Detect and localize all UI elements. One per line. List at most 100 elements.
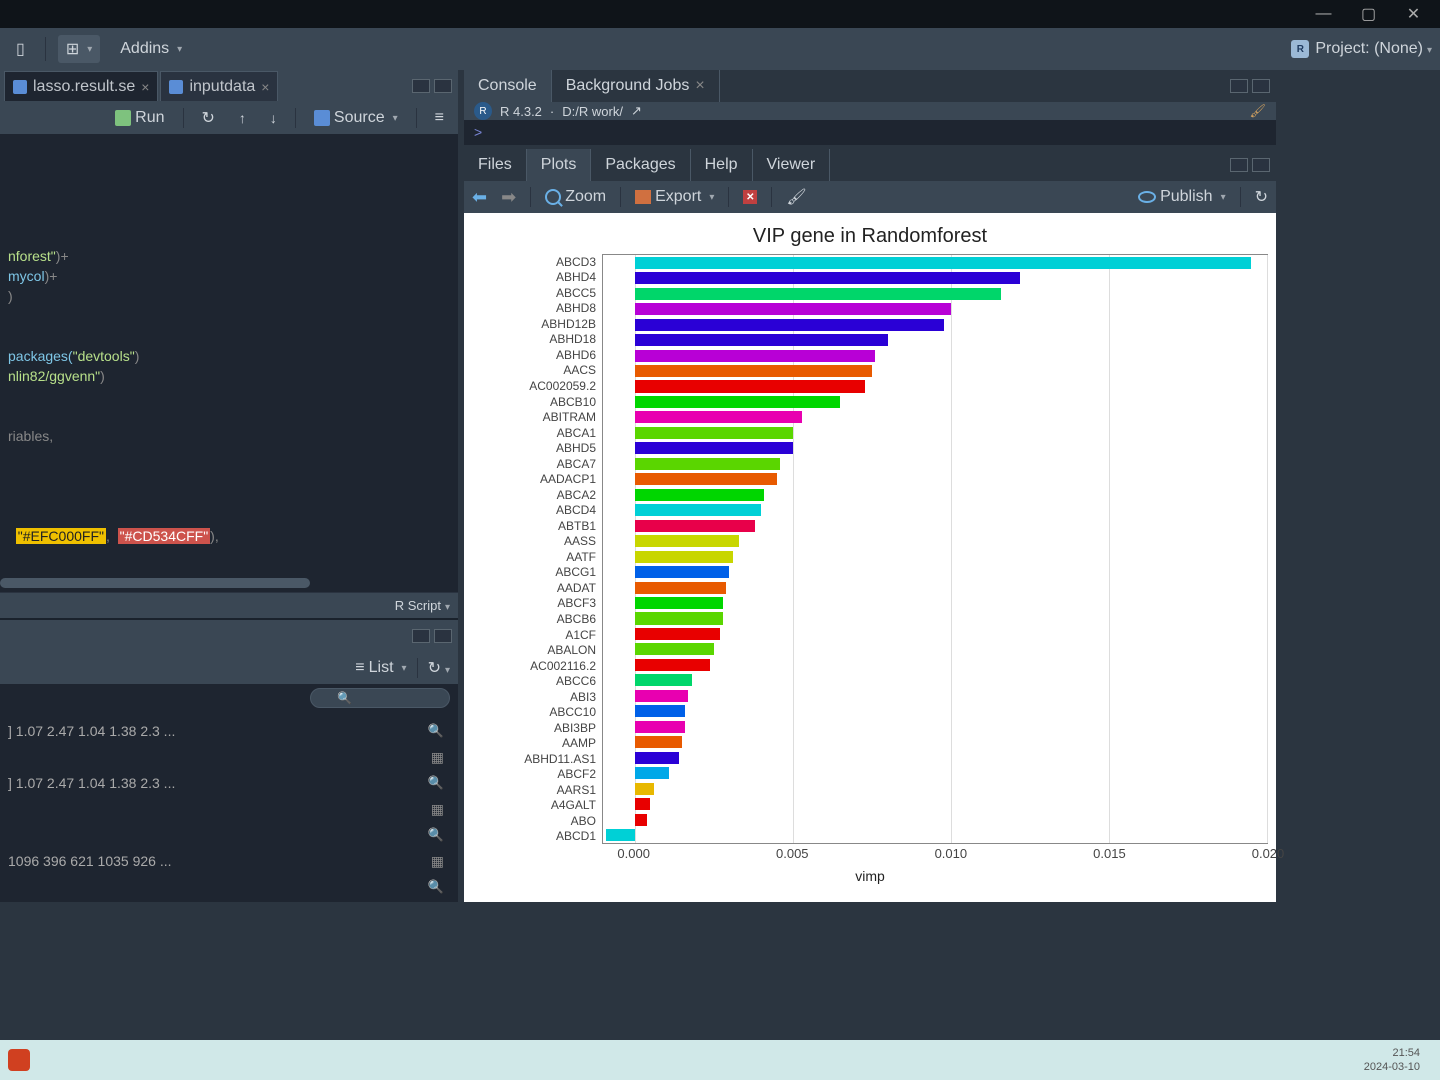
- pane-maximize-icon[interactable]: [434, 79, 452, 93]
- environment-list[interactable]: ] 1.07 2.47 1.04 1.38 2.3 ...🔍 ▦ ] 1.07 …: [0, 712, 458, 902]
- tab-packages[interactable]: Packages: [591, 149, 690, 181]
- tab-console[interactable]: Console: [464, 70, 552, 102]
- tab-inputdata[interactable]: inputdata ×: [160, 71, 278, 101]
- chart-bar: [635, 643, 714, 655]
- pane-minimize-icon[interactable]: [412, 79, 430, 93]
- chart-bar: [635, 535, 739, 547]
- os-taskbar[interactable]: 21:54 2024-03-10: [0, 1040, 1440, 1080]
- code-editor[interactable]: nforest")+ mycol)+ ) packages("devtools"…: [0, 134, 458, 592]
- toolbar-menu-1[interactable]: ▯: [8, 35, 33, 63]
- tab-viewer[interactable]: Viewer: [753, 149, 831, 181]
- y-tick-label: ABCA2: [472, 487, 602, 503]
- tab-label: lasso.result.se: [33, 78, 135, 96]
- chart-bar: [635, 427, 793, 439]
- y-tick-label: AADAT: [472, 580, 602, 596]
- inspect-icon[interactable]: 🔍: [422, 723, 450, 739]
- grid-icon[interactable]: ▦: [425, 801, 450, 818]
- zoom-button[interactable]: Zoom: [545, 188, 606, 206]
- main-toolbar: ▯ ⊞ Addins R Project: (None): [0, 28, 1440, 70]
- close-button[interactable]: ✕: [1391, 0, 1436, 28]
- tab-plots[interactable]: Plots: [527, 149, 592, 181]
- pane-minimize-icon[interactable]: [412, 629, 430, 643]
- export-dropdown[interactable]: Export: [635, 188, 714, 206]
- y-tick-label: ABITRAM: [472, 409, 602, 425]
- chart-plot-region: [602, 254, 1268, 844]
- x-tick-label: 0.010: [935, 846, 968, 861]
- chart-bar: [635, 303, 951, 315]
- pane-maximize-icon[interactable]: [1252, 79, 1270, 93]
- project-selector[interactable]: Project: (None): [1315, 40, 1432, 58]
- tab-files[interactable]: Files: [464, 149, 527, 181]
- minimize-button[interactable]: —: [1301, 0, 1346, 28]
- popout-icon[interactable]: ↗: [631, 103, 642, 119]
- chart-bar: [635, 396, 841, 408]
- close-icon[interactable]: ×: [261, 79, 269, 95]
- plot-next-button[interactable]: ➡: [501, 187, 516, 208]
- y-tick-label: ABCF3: [472, 596, 602, 612]
- file-icon: [169, 80, 183, 94]
- source-status-bar: R Script: [0, 592, 458, 618]
- publish-dropdown[interactable]: Publish: [1138, 188, 1226, 206]
- language-selector[interactable]: R Script: [395, 598, 450, 613]
- y-tick-label: ABCC6: [472, 673, 602, 689]
- toolbar-grid-button[interactable]: ⊞: [58, 35, 100, 63]
- chart-y-axis: ABCD3ABHD4ABCC5ABHD8ABHD12BABHD18ABHD6AA…: [472, 254, 602, 844]
- chart-bar: [606, 829, 634, 841]
- grid-icon[interactable]: ▦: [425, 749, 450, 766]
- inspect-icon[interactable]: 🔍: [422, 879, 450, 895]
- window-titlebar: — ▢ ✕: [0, 0, 1440, 28]
- maximize-button[interactable]: ▢: [1346, 0, 1391, 28]
- taskbar-app-icon[interactable]: [8, 1049, 30, 1071]
- editor-h-scrollbar[interactable]: [0, 576, 458, 590]
- chart-bar: [635, 752, 679, 764]
- y-tick-label: ABCB6: [472, 611, 602, 627]
- y-tick-label: AC002116.2: [472, 658, 602, 674]
- chart-bar: [635, 504, 761, 516]
- pane-maximize-icon[interactable]: [1252, 158, 1270, 172]
- run-button[interactable]: Run: [109, 107, 170, 129]
- chart-bar: [635, 674, 692, 686]
- chart-bar: [635, 334, 888, 346]
- go-up-button[interactable]: ↑: [233, 108, 252, 128]
- close-icon[interactable]: ×: [695, 77, 704, 95]
- clear-plots-button[interactable]: 🖌: [786, 187, 806, 207]
- list-view-dropdown[interactable]: ≡ List: [355, 659, 406, 677]
- tab-help[interactable]: Help: [691, 149, 753, 181]
- x-tick-label: 0.000: [617, 846, 650, 861]
- close-icon[interactable]: ×: [141, 79, 149, 95]
- tab-lasso-result[interactable]: lasso.result.se ×: [4, 71, 158, 101]
- inspect-icon[interactable]: 🔍: [422, 775, 450, 791]
- chart-bar: [635, 442, 793, 454]
- addins-dropdown[interactable]: Addins: [112, 36, 190, 62]
- x-tick-label: 0.020: [1252, 846, 1285, 861]
- refresh-plot-button[interactable]: ↻: [1255, 187, 1268, 207]
- chart-bar: [635, 705, 686, 717]
- source-dropdown[interactable]: Source: [308, 107, 404, 129]
- pane-maximize-icon[interactable]: [434, 629, 452, 643]
- pane-minimize-icon[interactable]: [1230, 158, 1248, 172]
- chart-bar: [635, 411, 803, 423]
- y-tick-label: ABCB10: [472, 394, 602, 410]
- outline-button[interactable]: ≡: [429, 107, 450, 129]
- rerun-button[interactable]: ↻: [196, 106, 221, 130]
- chart-bar: [635, 272, 1021, 284]
- plot-prev-button[interactable]: ⬅: [472, 187, 487, 208]
- inspect-icon[interactable]: 🔍: [422, 827, 450, 843]
- go-down-button[interactable]: ↓: [264, 108, 283, 128]
- environment-search-input[interactable]: [310, 688, 450, 708]
- chart-bar: [635, 798, 651, 810]
- chart-bar: [635, 783, 654, 795]
- delete-plot-button[interactable]: ✕: [743, 190, 757, 204]
- tab-background-jobs[interactable]: Background Jobs ×: [552, 70, 720, 102]
- refresh-button[interactable]: ↻: [428, 658, 450, 678]
- tab-label: inputdata: [189, 78, 255, 96]
- r-logo-icon: R: [1291, 40, 1309, 58]
- clear-console-icon[interactable]: 🖌: [1249, 103, 1266, 119]
- console-output[interactable]: >: [464, 120, 1276, 145]
- pane-minimize-icon[interactable]: [1230, 79, 1248, 93]
- chart-bar: [635, 814, 648, 826]
- working-dir[interactable]: D:/R work/: [562, 104, 623, 119]
- y-tick-label: ABHD5: [472, 440, 602, 456]
- grid-icon[interactable]: ▦: [425, 853, 450, 870]
- y-tick-label: ABCC5: [472, 285, 602, 301]
